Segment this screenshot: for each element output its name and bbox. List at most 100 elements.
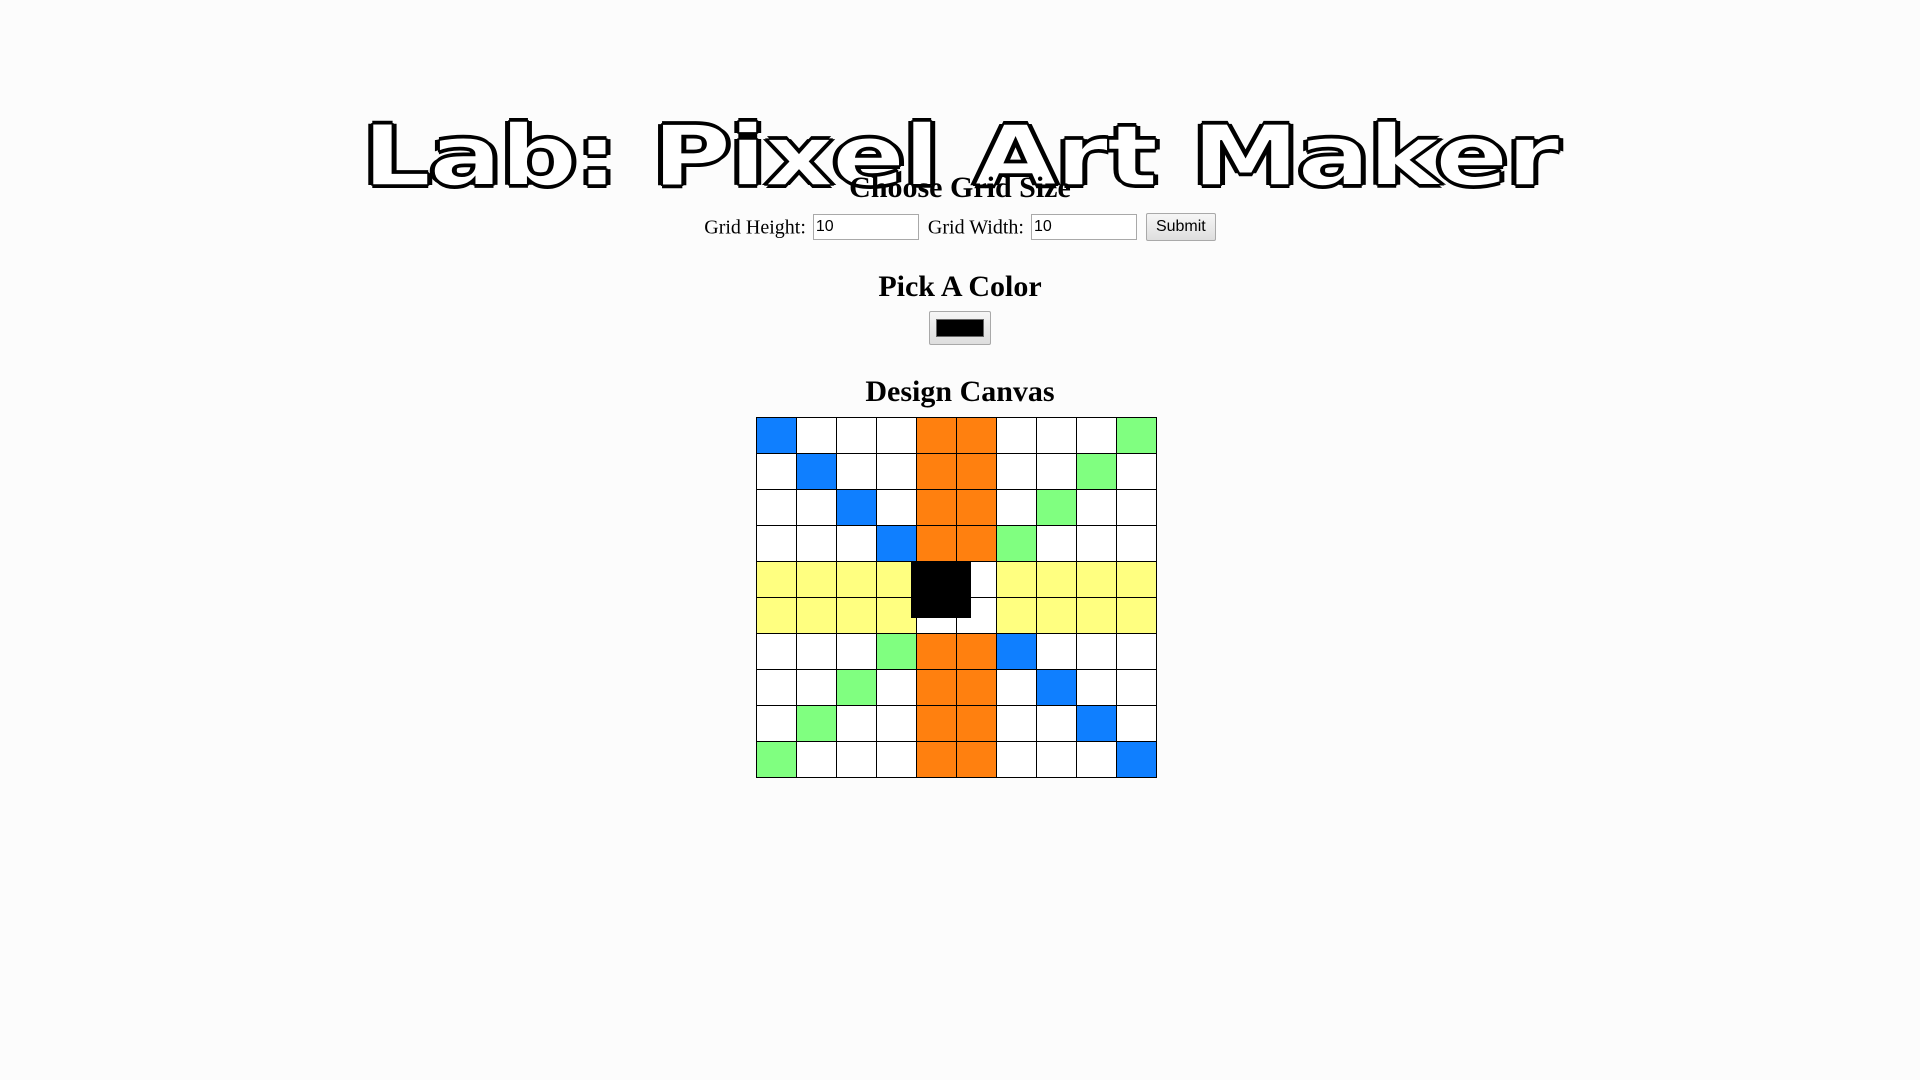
pixel-cell[interactable] [756, 597, 797, 634]
pixel-cell[interactable] [1076, 633, 1117, 670]
pixel-cell[interactable] [796, 417, 837, 454]
pixel-cell[interactable] [836, 597, 877, 634]
pixel-cell[interactable] [1076, 417, 1117, 454]
pixel-cell[interactable] [836, 561, 877, 598]
pixel-cell[interactable] [1036, 597, 1077, 634]
pixel-cell[interactable] [1116, 561, 1157, 598]
pixel-cell[interactable] [836, 525, 877, 562]
pixel-cell[interactable] [956, 489, 997, 526]
pixel-cell[interactable] [1036, 633, 1077, 670]
pixel-cell[interactable] [1076, 741, 1117, 778]
pixel-cell[interactable] [1116, 741, 1157, 778]
pixel-cell[interactable] [1076, 597, 1117, 634]
pixel-cell[interactable] [956, 417, 997, 454]
pixel-cell[interactable] [1076, 705, 1117, 742]
pixel-cell[interactable] [996, 561, 1037, 598]
pixel-cell[interactable] [996, 633, 1037, 670]
pixel-cell[interactable] [756, 525, 797, 562]
pixel-cell[interactable] [1036, 489, 1077, 526]
pixel-cell[interactable] [756, 741, 797, 778]
pixel-cell[interactable] [876, 633, 917, 670]
canvas-row [756, 705, 1157, 742]
pixel-cell[interactable] [996, 489, 1037, 526]
pixel-cell[interactable] [796, 597, 837, 634]
pixel-cell[interactable] [1036, 417, 1077, 454]
pixel-cell[interactable] [756, 561, 797, 598]
pixel-cell[interactable] [1116, 669, 1157, 706]
pixel-cell[interactable] [1076, 453, 1117, 490]
pixel-cell[interactable] [916, 741, 957, 778]
pixel-cell[interactable] [1116, 525, 1157, 562]
pixel-cell[interactable] [1036, 453, 1077, 490]
pixel-cell[interactable] [836, 453, 877, 490]
pixel-cell[interactable] [916, 669, 957, 706]
pixel-cell[interactable] [836, 705, 877, 742]
pixel-cell[interactable] [916, 705, 957, 742]
pixel-cell[interactable] [756, 489, 797, 526]
pixel-cell[interactable] [756, 633, 797, 670]
pixel-cell[interactable] [1076, 489, 1117, 526]
pixel-cell[interactable] [1036, 705, 1077, 742]
pixel-cell[interactable] [836, 669, 877, 706]
pixel-cell[interactable] [916, 417, 957, 454]
pixel-cell[interactable] [876, 489, 917, 526]
pixel-cell[interactable] [1076, 561, 1117, 598]
pixel-cell[interactable] [836, 741, 877, 778]
pixel-cell[interactable] [996, 417, 1037, 454]
pixel-cell[interactable] [876, 669, 917, 706]
pixel-cell[interactable] [796, 741, 837, 778]
pixel-cell[interactable] [956, 741, 997, 778]
pixel-cell[interactable] [956, 525, 997, 562]
pixel-cell[interactable] [796, 705, 837, 742]
pixel-cell[interactable] [1116, 453, 1157, 490]
pixel-cell[interactable] [796, 561, 837, 598]
pixel-cell[interactable] [756, 669, 797, 706]
pixel-cell[interactable] [876, 453, 917, 490]
submit-button[interactable]: Submit [1145, 213, 1216, 242]
pixel-cell[interactable] [836, 489, 877, 526]
pixel-cell[interactable] [1076, 669, 1117, 706]
pixel-cell[interactable] [956, 633, 997, 670]
pixel-cell[interactable] [1116, 705, 1157, 742]
pixel-cell[interactable] [1116, 633, 1157, 670]
pixel-cell[interactable] [1036, 561, 1077, 598]
pixel-cell[interactable] [996, 597, 1037, 634]
pixel-cell[interactable] [1116, 489, 1157, 526]
pixel-cell[interactable] [996, 453, 1037, 490]
pixel-cell[interactable] [956, 453, 997, 490]
black-painted-block [911, 562, 971, 618]
pixel-cell[interactable] [996, 525, 1037, 562]
pixel-cell[interactable] [836, 633, 877, 670]
pixel-cell[interactable] [756, 705, 797, 742]
pixel-cell[interactable] [756, 453, 797, 490]
pixel-cell[interactable] [876, 417, 917, 454]
pixel-cell[interactable] [996, 741, 1037, 778]
pixel-cell[interactable] [796, 525, 837, 562]
pixel-cell[interactable] [916, 489, 957, 526]
grid-width-input[interactable] [1030, 214, 1137, 241]
pixel-cell[interactable] [876, 705, 917, 742]
pixel-cell[interactable] [916, 525, 957, 562]
pixel-cell[interactable] [1076, 525, 1117, 562]
color-picker-button[interactable] [929, 311, 991, 345]
pixel-cell[interactable] [756, 417, 797, 454]
pixel-cell[interactable] [956, 705, 997, 742]
pixel-cell[interactable] [876, 741, 917, 778]
pixel-cell[interactable] [796, 453, 837, 490]
pixel-cell[interactable] [916, 453, 957, 490]
pixel-cell[interactable] [916, 633, 957, 670]
pixel-cell[interactable] [876, 525, 917, 562]
pixel-cell[interactable] [1036, 669, 1077, 706]
pixel-cell[interactable] [1036, 741, 1077, 778]
pixel-cell[interactable] [796, 489, 837, 526]
pixel-cell[interactable] [1116, 417, 1157, 454]
grid-height-input[interactable] [812, 214, 919, 241]
pixel-cell[interactable] [796, 633, 837, 670]
pixel-cell[interactable] [796, 669, 837, 706]
pixel-cell[interactable] [836, 417, 877, 454]
pixel-cell[interactable] [1116, 597, 1157, 634]
pixel-cell[interactable] [956, 669, 997, 706]
pixel-cell[interactable] [996, 669, 1037, 706]
pixel-cell[interactable] [1036, 525, 1077, 562]
pixel-cell[interactable] [996, 705, 1037, 742]
